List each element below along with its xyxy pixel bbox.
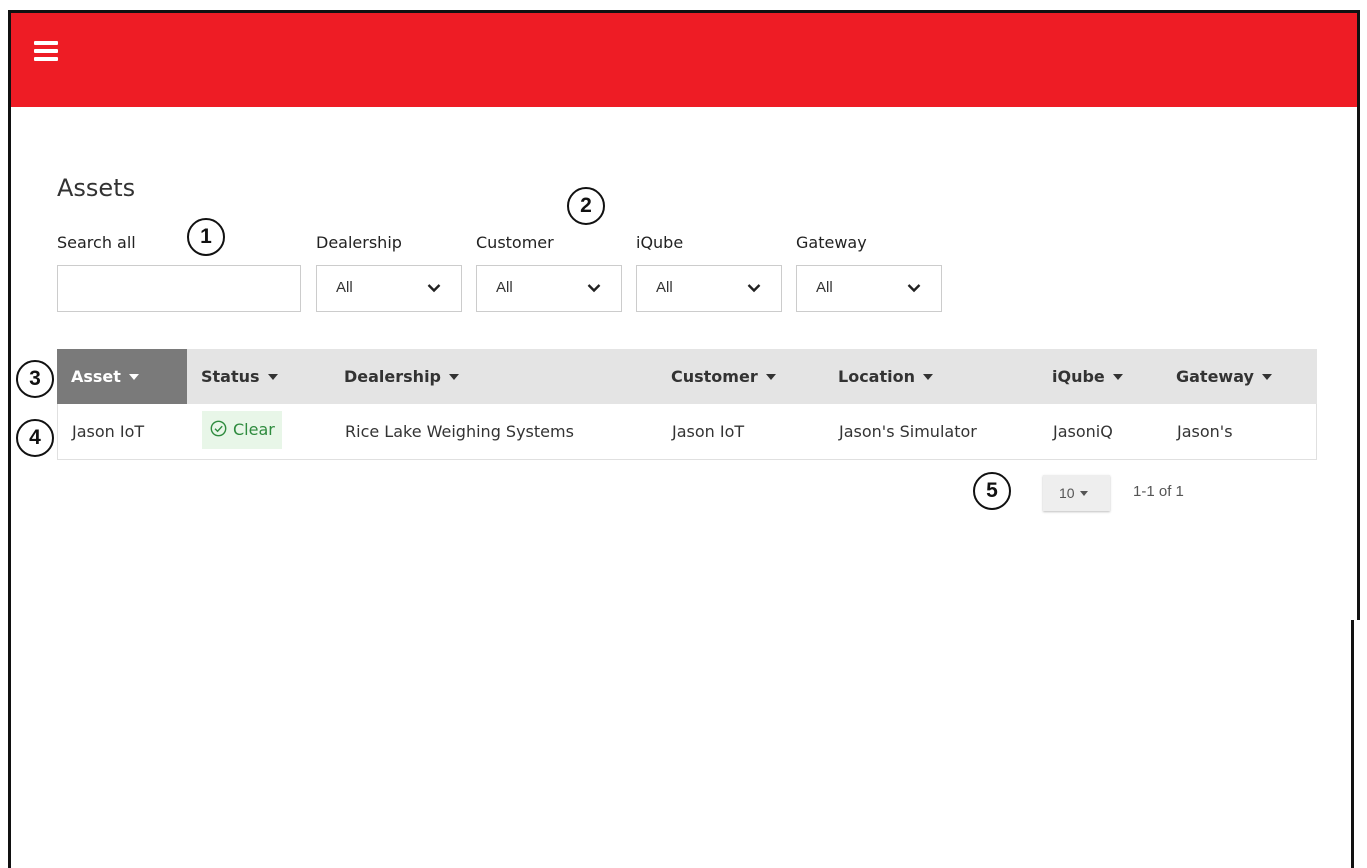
dealership-select[interactable]: All <box>316 265 462 312</box>
cell-asset[interactable]: Jason IoT <box>72 404 144 460</box>
status-text: Clear <box>233 420 275 439</box>
pagination-count: 1-1 of 1 <box>1133 483 1184 500</box>
cell-gateway: Jason's <box>1177 422 1233 441</box>
callout-5: 5 <box>973 472 1011 510</box>
sort-caret-icon <box>128 373 139 380</box>
table-header: Asset Status Dealership Customer Locatio… <box>57 349 1317 404</box>
top-bar <box>11 13 1357 107</box>
chevron-down-icon <box>587 284 601 293</box>
column-header-gateway[interactable]: Gateway <box>1176 349 1272 404</box>
customer-select[interactable]: All <box>476 265 622 312</box>
cell-customer: Jason IoT <box>672 422 745 441</box>
check-circle-icon <box>210 420 227 437</box>
cell-location: Jason's Simulator <box>839 422 977 441</box>
callout-2: 2 <box>567 187 605 225</box>
column-header-iqube[interactable]: iQube <box>1052 349 1123 404</box>
gateway-select[interactable]: All <box>796 265 942 312</box>
page-size-select[interactable]: 10 <box>1043 475 1110 511</box>
iqube-select[interactable]: All <box>636 265 782 312</box>
cell-iqube: JasoniQ <box>1053 422 1113 441</box>
chevron-down-icon <box>427 284 441 293</box>
column-header-label: iQube <box>1052 367 1105 386</box>
column-header-label: Location <box>838 367 915 386</box>
column-header-dealership[interactable]: Dealership <box>344 349 460 404</box>
page-size-value: 10 <box>1059 485 1075 501</box>
hamburger-icon[interactable] <box>34 41 58 61</box>
search-label: Search all <box>57 233 136 252</box>
customer-filter-label: Customer <box>476 233 554 252</box>
frame-border-left <box>8 10 11 868</box>
sort-caret-icon <box>267 373 278 380</box>
column-header-label: Asset <box>71 367 121 386</box>
page-title: Assets <box>57 174 136 202</box>
caret-down-icon <box>1079 490 1088 496</box>
sort-caret-icon <box>449 373 460 380</box>
iqube-select-value: All <box>656 279 673 296</box>
column-header-asset[interactable]: Asset <box>57 349 187 404</box>
column-header-label: Status <box>201 367 260 386</box>
search-input[interactable] <box>57 265 301 312</box>
iqube-filter-label: iQube <box>636 233 684 252</box>
frame-border-right-lower <box>1351 620 1354 868</box>
column-header-label: Gateway <box>1176 367 1254 386</box>
column-header-label: Customer <box>671 367 758 386</box>
callout-4: 4 <box>16 419 54 457</box>
column-header-status[interactable]: Status <box>201 349 278 404</box>
status-badge: Clear <box>202 411 282 449</box>
chevron-down-icon <box>907 284 921 293</box>
column-header-customer[interactable]: Customer <box>671 349 776 404</box>
callout-1: 1 <box>187 218 225 256</box>
customer-select-value: All <box>496 279 513 296</box>
sort-caret-icon <box>1112 373 1123 380</box>
dealership-filter-label: Dealership <box>316 233 402 252</box>
gateway-filter-label: Gateway <box>796 233 867 252</box>
gateway-select-value: All <box>816 279 833 296</box>
sort-caret-icon <box>922 373 933 380</box>
frame-border-right-upper <box>1357 10 1360 620</box>
callout-3: 3 <box>16 360 54 398</box>
chevron-down-icon <box>747 284 761 293</box>
sort-caret-icon <box>765 373 776 380</box>
sort-caret-icon <box>1261 373 1272 380</box>
dealership-select-value: All <box>336 279 353 296</box>
cell-dealership: Rice Lake Weighing Systems <box>345 422 574 441</box>
table-row[interactable]: Jason IoT Clear Rice Lake Weighing Syste… <box>57 404 1317 460</box>
column-header-label: Dealership <box>344 367 442 386</box>
column-header-location[interactable]: Location <box>838 349 933 404</box>
